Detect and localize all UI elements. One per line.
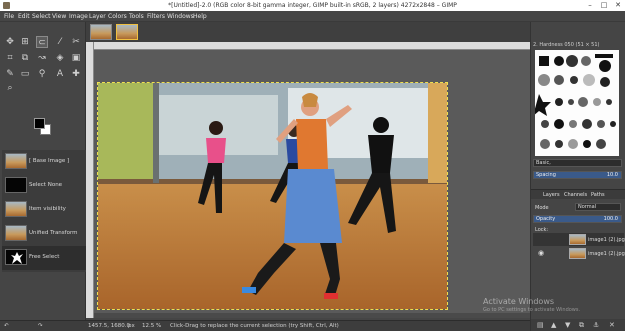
status-bar: ↶ ↷ 1457.5, 1680.0 px 12.5 % Click-Drag … — [0, 320, 530, 331]
tab-paths[interactable]: Paths — [591, 192, 605, 198]
window-title: *[Untitled]-2.0 (RGB color 8-bit gamma i… — [168, 2, 457, 9]
raise-layer-icon[interactable]: ▲ — [551, 321, 556, 329]
undo-history-panel: [ Base Image ] Select None Item visibili… — [2, 150, 86, 272]
menu-edit[interactable]: Edit — [18, 13, 30, 20]
history-thumbnail — [5, 153, 27, 169]
scissors-tool-icon[interactable]: ✂ — [70, 36, 82, 48]
image-tabs — [86, 22, 530, 42]
new-layer-icon[interactable]: ▤ — [537, 321, 544, 329]
free-select-tool-icon[interactable]: ⊂ — [36, 36, 48, 48]
title-bar: *[Untitled]-2.0 (RGB color 8-bit gamma i… — [0, 0, 625, 11]
layers-dock-tabs: Layers Channels Paths — [531, 189, 625, 199]
status-message: Click-Drag to replace the current select… — [170, 323, 339, 329]
history-thumbnail — [5, 225, 27, 241]
history-thumbnail — [5, 177, 27, 193]
menu-tools[interactable]: Tools — [129, 13, 144, 20]
maximize-button[interactable]: □ — [597, 1, 611, 10]
menu-filters[interactable]: Filters — [147, 13, 165, 20]
history-item-label: Unified Transform — [29, 230, 78, 236]
menu-view[interactable]: View — [52, 13, 66, 20]
clone-tool-icon[interactable]: ⚲ — [36, 68, 48, 80]
text-tool-icon[interactable]: A — [54, 68, 66, 80]
lower-layer-icon[interactable]: ▼ — [565, 321, 570, 329]
eye-icon[interactable]: ◉ — [538, 250, 544, 257]
unit-selector[interactable]: px — [128, 323, 135, 329]
image-tab[interactable] — [90, 24, 112, 40]
activate-windows-watermark: Activate Windows — [483, 297, 555, 306]
menu-layer[interactable]: Layer — [89, 13, 106, 20]
layer-name[interactable]: image1 (2).jpg — [588, 237, 625, 243]
undo-history-item[interactable]: Select None — [2, 174, 86, 198]
minimize-button[interactable]: – — [583, 1, 597, 10]
paintbrush-tool-icon[interactable]: ✎ — [4, 68, 16, 80]
spacing-label: Spacing — [536, 172, 556, 178]
anchor-layer-icon[interactable]: ⚓ — [593, 321, 599, 329]
mode-label: Mode — [535, 205, 549, 211]
opacity-label: Opacity — [536, 216, 556, 222]
bucket-fill-tool-icon[interactable]: ◈ — [54, 52, 66, 64]
history-thumbnail — [5, 201, 27, 217]
warp-transform-tool-icon[interactable]: ↝ — [36, 52, 48, 64]
vertical-ruler — [86, 42, 94, 318]
undo-arrow-icon[interactable]: ↶ — [4, 323, 9, 329]
menu-colors[interactable]: Colors — [108, 13, 127, 20]
brush-name: 2. Hardness 050 (51 × 51) — [533, 42, 600, 48]
menu-select[interactable]: Select — [32, 13, 51, 20]
menu-file[interactable]: File — [4, 13, 14, 20]
zoom-selector[interactable]: 12.5 % — [142, 323, 161, 329]
image-tab-active[interactable] — [116, 24, 138, 40]
menu-image[interactable]: Image — [69, 13, 88, 20]
undo-history-item[interactable]: [ Base Image ] — [2, 150, 86, 174]
layer-thumbnail — [569, 248, 586, 259]
align-tool-icon[interactable]: ⊞ — [19, 36, 31, 48]
opacity-value: 100.0 — [603, 216, 618, 222]
delete-layer-icon[interactable]: ✕ — [609, 321, 615, 329]
right-dock: 2. Hardness 050 (51 × 51) Basic, Spacing… — [530, 22, 625, 331]
image-canvas[interactable] — [97, 82, 448, 310]
undo-history-item[interactable]: Free Select — [2, 246, 86, 270]
undo-history-item[interactable]: Item visibility — [2, 198, 86, 222]
close-button[interactable]: ✕ — [611, 1, 625, 10]
history-thumbnail — [5, 249, 27, 265]
opacity-slider[interactable]: Opacity 100.0 — [533, 215, 622, 223]
layer-row[interactable]: image1 (2).jpg — [533, 233, 625, 246]
gradient-tool-icon[interactable]: ▣ — [70, 52, 82, 64]
move-tool-icon[interactable]: ✥ — [4, 36, 16, 48]
spacing-slider[interactable]: Spacing 10.0 — [533, 171, 622, 179]
zoom-tool-icon[interactable]: ⌕ — [4, 82, 16, 94]
mode-select[interactable]: Normal — [575, 203, 621, 211]
eraser-tool-icon[interactable]: ▭ — [19, 68, 31, 80]
spacing-value: 10.0 — [606, 172, 618, 178]
horizontal-ruler — [94, 42, 530, 50]
layer-row[interactable]: ◉ image1 (2).jpg — [533, 247, 625, 260]
unified-transform-tool-icon[interactable]: ⧉ — [19, 52, 31, 64]
horizontal-scrollbar[interactable] — [94, 313, 530, 318]
layer-name[interactable]: image1 (2).jpg — [588, 251, 625, 257]
brush-presets — [535, 54, 616, 149]
crop-tool-icon[interactable]: ⌗ — [4, 52, 16, 64]
brush-tag-filter[interactable]: Basic, — [533, 159, 622, 167]
layer-thumbnail — [569, 234, 586, 245]
fuzzy-select-tool-icon[interactable]: ⁄ — [54, 36, 66, 48]
layers-button-bar: ▤ ▲ ▼ ⧉ ⚓ ✕ — [531, 319, 625, 331]
toolbox: ✥ ⊞ ⊂ ⁄ ✂ ⌗ ⧉ ↝ ◈ ▣ ✎ ▭ ⚲ A ✚ ⌕ [ Base I… — [0, 22, 86, 320]
activate-windows-subtitle: Go to PC settings to activate Windows. — [483, 307, 581, 313]
history-item-label: Item visibility — [29, 206, 66, 212]
tab-layers[interactable]: Layers — [543, 192, 560, 198]
history-item-label: Select None — [29, 182, 63, 188]
history-item-label: Free Select — [29, 254, 60, 260]
duplicate-layer-icon[interactable]: ⧉ — [579, 321, 584, 330]
menu-help[interactable]: Help — [193, 13, 207, 20]
history-item-label: [ Base Image ] — [29, 158, 70, 164]
redo-arrow-icon[interactable]: ↷ — [38, 323, 43, 329]
heal-tool-icon[interactable]: ✚ — [70, 68, 82, 80]
dance-studio-photo — [98, 83, 447, 309]
undo-history-item[interactable]: Unified Transform — [2, 222, 86, 246]
brushes-grid[interactable] — [535, 50, 619, 156]
menu-bar: File Edit Select View Image Layer Colors… — [0, 11, 625, 22]
foreground-color-swatch[interactable] — [34, 118, 45, 129]
tab-channels[interactable]: Channels — [564, 192, 587, 198]
cursor-coordinates: 1457.5, 1680.0 — [88, 323, 130, 329]
menu-windows[interactable]: Windows — [167, 13, 194, 20]
